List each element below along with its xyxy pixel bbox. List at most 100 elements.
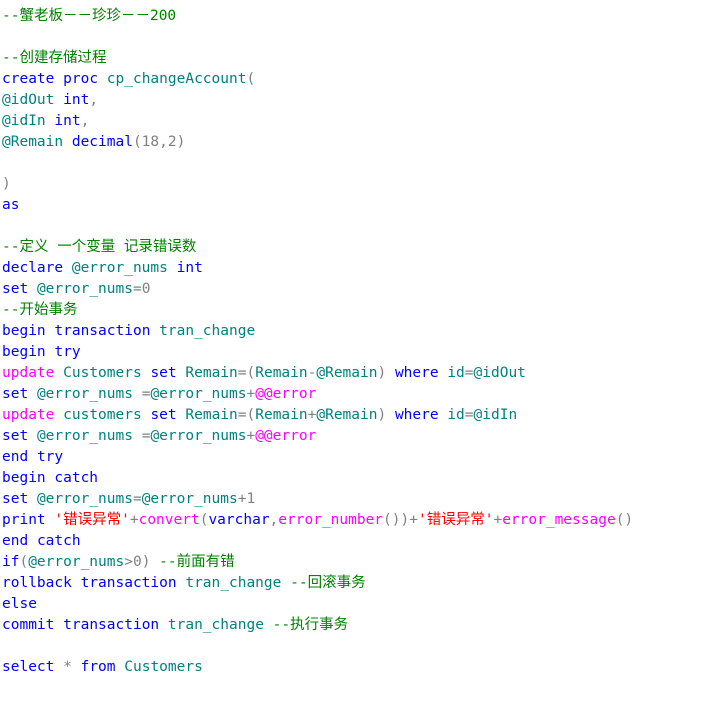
- code-token-kw: print: [2, 512, 46, 528]
- code-token-fn: @@error: [255, 386, 317, 402]
- code-token-ident: Customers: [124, 659, 203, 675]
- code-token-kw: declare: [2, 260, 64, 276]
- code-token-cmt: --前面有错: [159, 554, 235, 570]
- code-token-pun: >: [124, 554, 133, 570]
- code-token-ident: @error_nums: [71, 260, 168, 276]
- code-token-pun: ,: [80, 113, 90, 129]
- code-token-kw: select: [2, 659, 55, 675]
- code-line: begin transaction tran_change: [2, 321, 715, 342]
- code-token-kw: try: [54, 344, 81, 360]
- code-token-str: '错误异常': [417, 512, 494, 528]
- code-token-kw: from: [80, 659, 116, 675]
- code-token-cmt: --定义 一个变量 记录错误数: [2, 239, 197, 255]
- code-token-num: 1: [246, 491, 256, 507]
- code-token-pun: ,: [89, 92, 99, 108]
- code-token-ident: Customers: [63, 365, 142, 381]
- code-token-ident: customers: [63, 407, 142, 423]
- code-line: update Customers set Remain=(Remain-@Rem…: [2, 363, 715, 384]
- code-token-kw: commit: [2, 617, 55, 633]
- code-token-ident: tran_change: [167, 617, 264, 633]
- code-token-num: 0: [141, 281, 151, 297]
- code-line: update customers set Remain=(Remain+@Rem…: [2, 405, 715, 426]
- code-token-kw: int: [54, 113, 81, 129]
- code-token-ident: @Remain: [2, 134, 64, 150]
- code-token-kw: set: [2, 428, 29, 444]
- code-token-fn: error_message: [502, 512, 616, 528]
- code-token-ident: tran_change: [185, 575, 282, 591]
- code-token-pun: +: [493, 512, 503, 528]
- code-token-fn: error_number: [278, 512, 384, 528]
- code-line: set @error_nums =@error_nums+@@error: [2, 426, 715, 447]
- code-token-ident: @idOut: [2, 92, 55, 108]
- code-token-fn: update: [2, 407, 55, 423]
- code-line: @Remain decimal(18,2): [2, 132, 715, 153]
- code-token-str: '错误异常': [54, 512, 130, 528]
- code-line: set @error_nums=0: [2, 279, 715, 300]
- code-token-ident: Remain: [185, 407, 238, 423]
- code-token-pun: (): [615, 512, 634, 528]
- code-token-ident: Remain: [255, 407, 308, 423]
- code-line: set @error_nums =@error_nums+@@error: [2, 384, 715, 405]
- code-token-ident: @error_nums: [141, 491, 238, 507]
- code-token-pun: =: [464, 407, 474, 423]
- code-line: print '错误异常'+convert(varchar,error_numbe…: [2, 510, 715, 531]
- code-line: begin try: [2, 342, 715, 363]
- code-token-pun: ()): [383, 512, 410, 528]
- code-token-ident: Remain: [185, 365, 238, 381]
- code-token-pun: ): [377, 365, 387, 381]
- code-line: @idOut int,: [2, 90, 715, 111]
- code-line: else: [2, 594, 715, 615]
- code-token-kw: set: [150, 365, 177, 381]
- code-token-fn: convert: [138, 512, 200, 528]
- code-token-ident: @idIn: [2, 113, 46, 129]
- code-line: commit transaction tran_change --执行事务: [2, 615, 715, 636]
- code-token-kw: varchar: [208, 512, 270, 528]
- code-token-kw: as: [2, 197, 20, 213]
- code-token-ident: @error_nums: [150, 386, 247, 402]
- code-line: begin catch: [2, 468, 715, 489]
- code-token-cmt: --回滚事务: [290, 575, 366, 591]
- code-line: --蟹老板－－珍珍－－200: [2, 6, 715, 27]
- code-token-kw: transaction: [54, 323, 151, 339]
- code-token-kw: rollback: [2, 575, 72, 591]
- code-token-ident: @idIn: [473, 407, 518, 423]
- code-token-pun: =(: [237, 407, 256, 423]
- code-token-kw: catch: [36, 533, 81, 549]
- code-token-pun: (: [19, 554, 29, 570]
- code-token-kw: transaction: [63, 617, 160, 633]
- code-token-ident: cp_changeAccount: [106, 71, 247, 87]
- code-line: as: [2, 195, 715, 216]
- code-token-kw: int: [176, 260, 203, 276]
- code-token-kw: create: [2, 71, 55, 87]
- code-line: end try: [2, 447, 715, 468]
- code-token-pun: ): [377, 407, 387, 423]
- code-token-num: (18,2): [132, 134, 186, 150]
- code-line: ): [2, 174, 715, 195]
- code-token-cmt: --执行事务: [272, 617, 349, 633]
- sql-code-editor[interactable]: --蟹老板－－珍珍－－200 --创建存储过程 create proc cp_ch…: [0, 0, 715, 678]
- code-token-ident: id: [447, 365, 465, 381]
- code-token-pun: +: [409, 512, 418, 528]
- code-token-kw: transaction: [80, 575, 177, 591]
- code-token-pun: ,: [269, 512, 279, 528]
- code-token-fn: update: [2, 365, 55, 381]
- code-token-kw: int: [63, 92, 90, 108]
